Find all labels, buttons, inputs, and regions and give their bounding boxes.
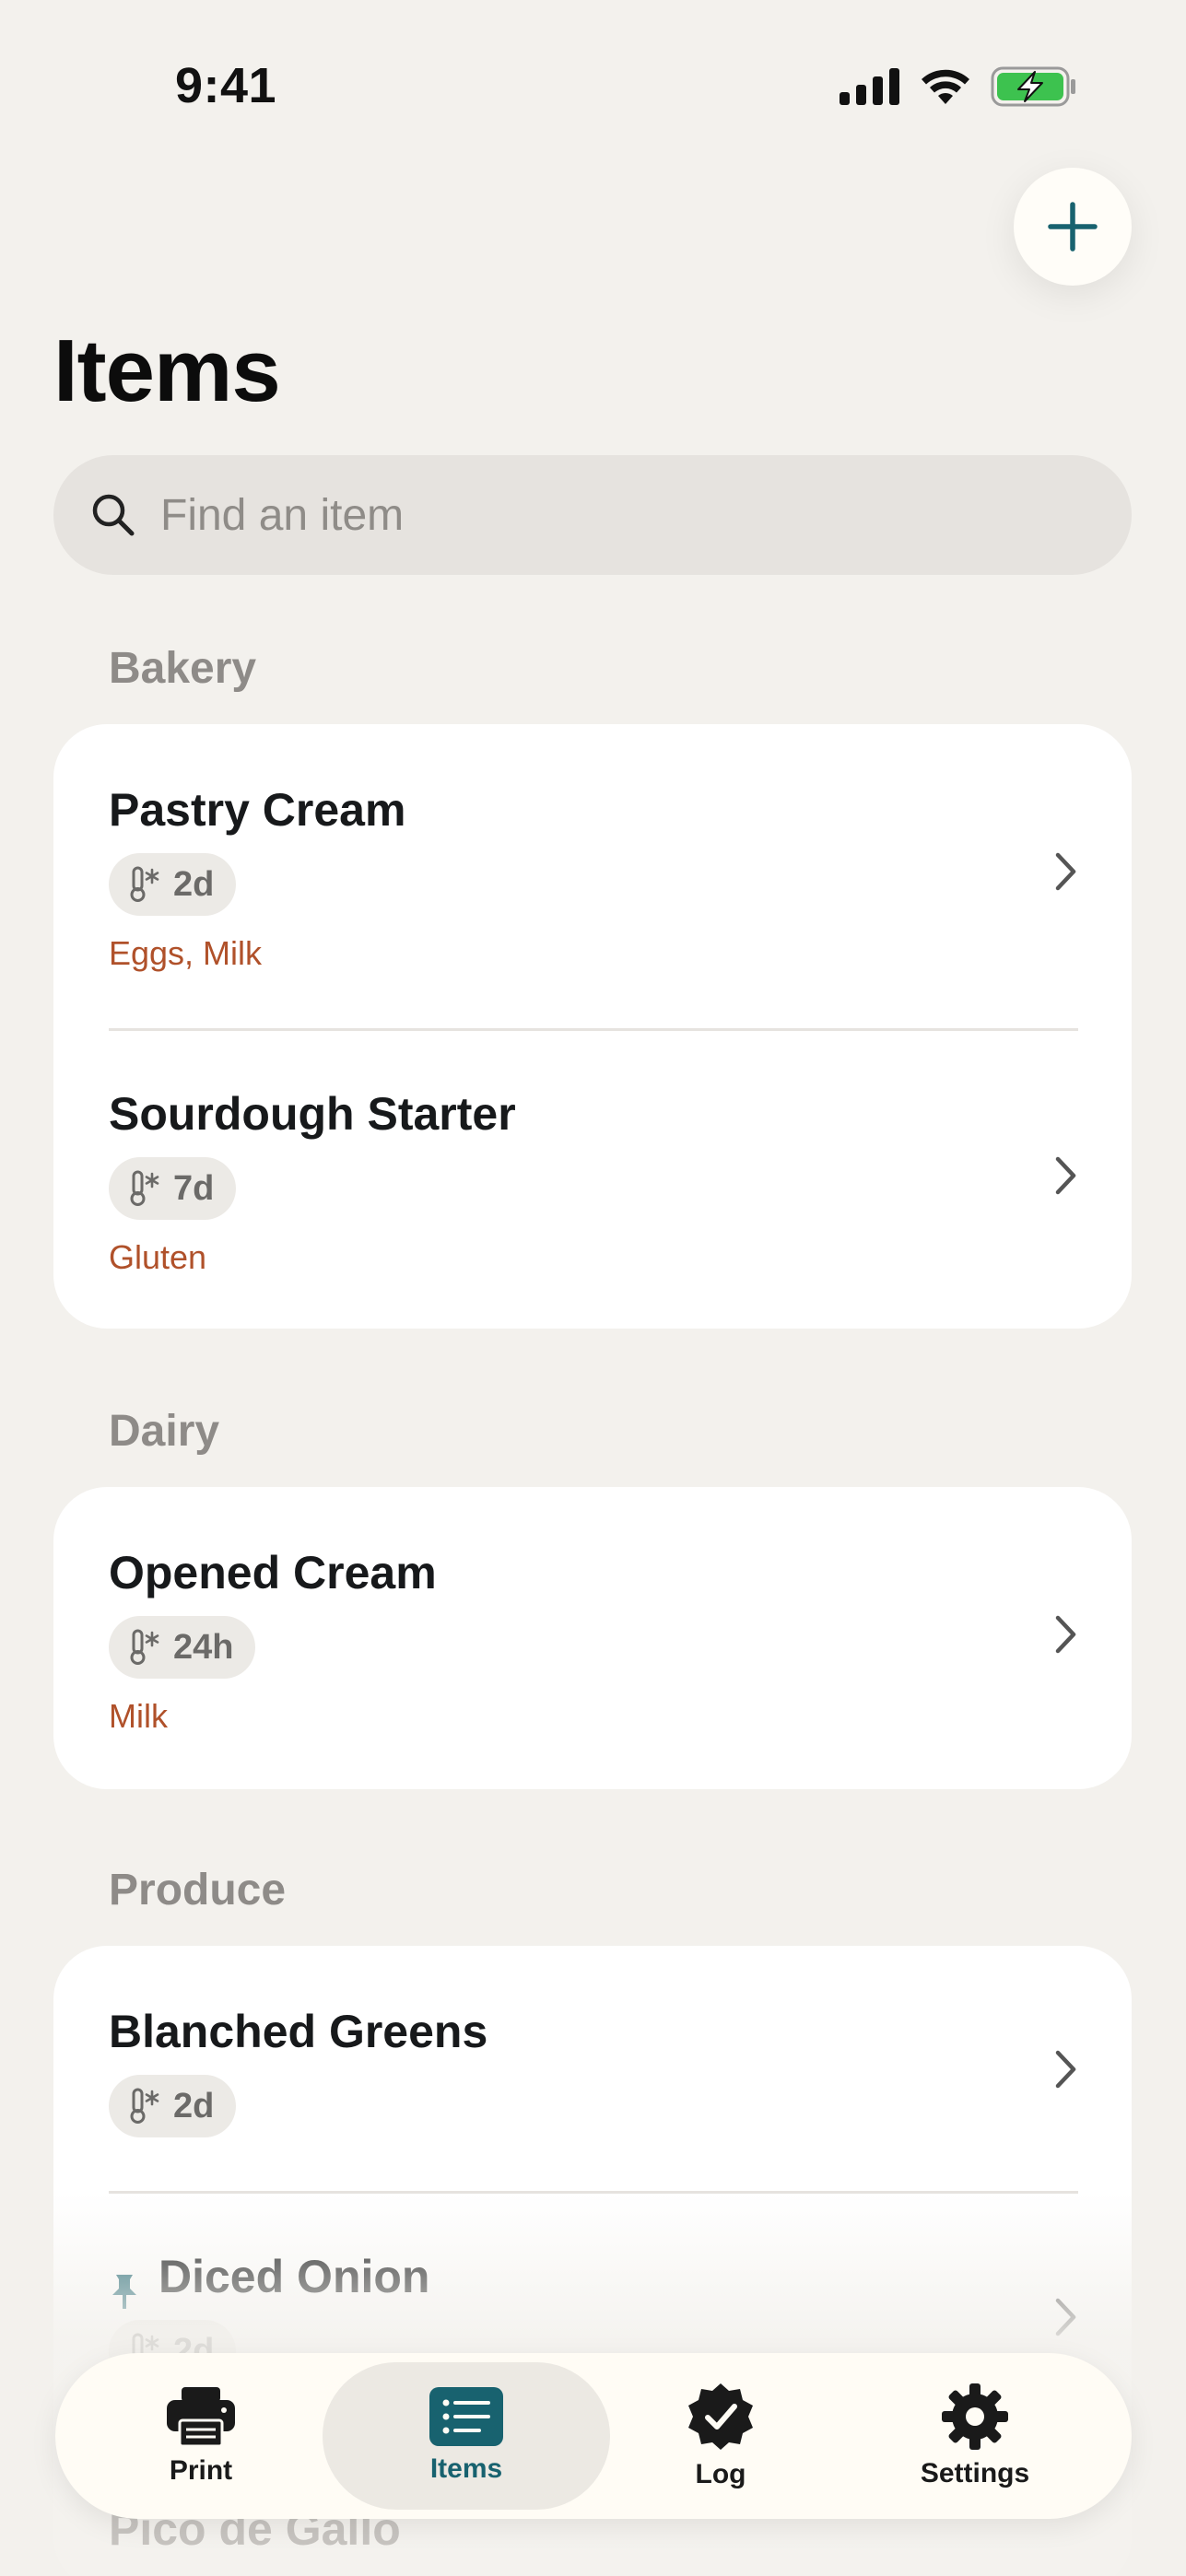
section-card-dairy: Opened Cream 24h Milk: [53, 1487, 1132, 1789]
list-item[interactable]: Opened Cream 24h Milk: [53, 1487, 1132, 1789]
cellular-signal-icon: [840, 68, 899, 105]
item-name: Opened Cream: [109, 1547, 437, 1598]
tab-items[interactable]: Items: [323, 2362, 610, 2510]
search-icon: [92, 494, 135, 536]
list-icon: [429, 2387, 503, 2446]
chevron-right-icon: [1055, 1615, 1076, 1654]
thermometer-snowflake-icon: [130, 1629, 159, 1665]
plus-icon: [1048, 202, 1098, 252]
chevron-right-icon: [1055, 2298, 1076, 2336]
shelf-life-text: 2d: [173, 2086, 215, 2125]
allergens-text: Gluten: [109, 1238, 207, 1276]
thermometer-snowflake-icon: [130, 866, 159, 902]
tab-settings[interactable]: Settings: [837, 2362, 1113, 2510]
section-header-produce: Produce: [109, 1866, 287, 1914]
pin-icon: [112, 2275, 136, 2310]
shelf-life-text: 24h: [173, 1627, 234, 1667]
tab-log[interactable]: Log: [582, 2362, 859, 2510]
status-bar: 9:41: [0, 0, 1186, 175]
tab-print[interactable]: Print: [63, 2362, 339, 2510]
tab-bar: Print Items Log Settings: [55, 2353, 1132, 2519]
allergens-text: Milk: [109, 1697, 168, 1735]
tab-label: Log: [695, 2459, 746, 2489]
search-input[interactable]: [160, 489, 990, 541]
item-name: Sourdough Starter: [109, 1088, 516, 1140]
tab-label: Print: [169, 2455, 233, 2486]
add-item-button[interactable]: [1014, 168, 1132, 286]
shelf-life-badge: 24h: [109, 1616, 256, 1679]
section-header-dairy: Dairy: [109, 1407, 220, 1456]
chevron-right-icon: [1055, 852, 1076, 891]
tab-label: Settings: [920, 2458, 1030, 2488]
list-item[interactable]: Sourdough Starter 7d Gluten: [53, 1028, 1132, 1329]
battery-charging-icon: [991, 66, 1075, 107]
shelf-life-badge: 7d: [109, 1157, 237, 1220]
wifi-icon: [922, 69, 969, 104]
list-item[interactable]: Pastry Cream 2d Eggs, Milk: [53, 724, 1132, 1028]
item-name: Blanched Greens: [109, 2006, 488, 2057]
thermometer-snowflake-icon: [130, 2088, 159, 2124]
printer-icon: [167, 2387, 235, 2448]
shelf-life-badge: 2d: [109, 2075, 237, 2137]
search-bar[interactable]: [53, 455, 1132, 575]
shelf-life-badge: 2d: [109, 853, 237, 916]
page-title: Items: [53, 322, 281, 420]
checkmark-badge-icon: [688, 2383, 753, 2450]
item-name: Pastry Cream: [109, 784, 406, 836]
status-icons: [840, 66, 1077, 107]
shelf-life-text: 2d: [173, 864, 215, 904]
thermometer-snowflake-icon: [130, 1170, 159, 1206]
tab-label: Items: [429, 2453, 503, 2484]
pin-icon-wrap: [109, 2272, 140, 2313]
section-header-bakery: Bakery: [109, 644, 257, 693]
chevron-right-icon: [1055, 1156, 1076, 1195]
chevron-right-icon: [1055, 2050, 1076, 2089]
status-time: 9:41: [175, 58, 277, 113]
gear-icon: [942, 2383, 1008, 2450]
item-name: Diced Onion: [159, 2251, 430, 2302]
section-card-bakery: Pastry Cream 2d Eggs, Milk Sourdough Sta…: [53, 724, 1132, 1329]
list-item[interactable]: Blanched Greens 2d: [53, 1946, 1132, 2191]
shelf-life-text: 7d: [173, 1168, 215, 1208]
allergens-text: Eggs, Milk: [109, 934, 263, 972]
